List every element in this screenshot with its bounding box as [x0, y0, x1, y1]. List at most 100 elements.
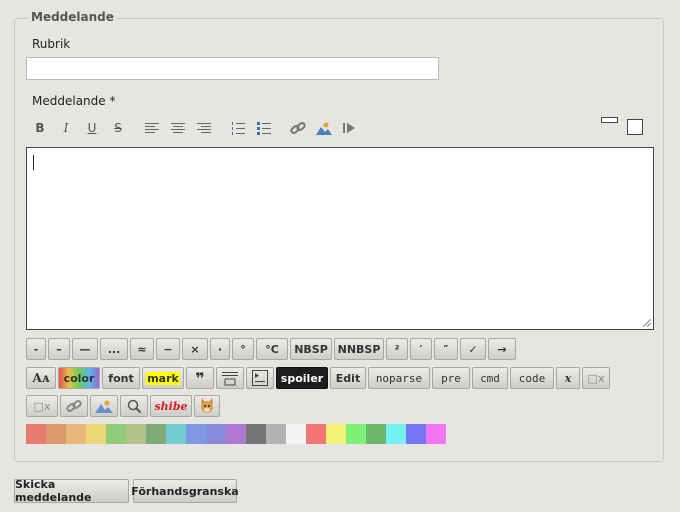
- char-button[interactable]: ·: [210, 338, 230, 360]
- color-swatch[interactable]: [386, 424, 406, 444]
- subject-input[interactable]: [26, 57, 439, 80]
- maximize-icon: [627, 119, 643, 135]
- color-swatch[interactable]: [346, 424, 366, 444]
- code-button[interactable]: code: [510, 367, 554, 389]
- resize-grip-icon[interactable]: [643, 319, 651, 327]
- spoiler-button[interactable]: spoiler: [276, 367, 328, 389]
- math-button[interactable]: x: [556, 367, 580, 389]
- color-swatch[interactable]: [186, 424, 206, 444]
- quote-button[interactable]: ❞: [186, 367, 214, 389]
- char-button[interactable]: NNBSP: [334, 338, 384, 360]
- color-swatch[interactable]: [86, 424, 106, 444]
- media-button[interactable]: [342, 119, 356, 137]
- link-button[interactable]: [290, 119, 306, 137]
- align-center-icon: [171, 123, 185, 133]
- shrink-editor-button[interactable]: [601, 117, 618, 125]
- extra-toolbar-row: □x shibe: [26, 395, 220, 417]
- doge-icon: [201, 398, 213, 413]
- char-button[interactable]: ×: [182, 338, 208, 360]
- char-button[interactable]: ″: [434, 338, 458, 360]
- color-swatch-row: [26, 424, 446, 444]
- superscript-button[interactable]: □x: [26, 395, 58, 417]
- char-button[interactable]: —: [72, 338, 98, 360]
- noparse-button[interactable]: noparse: [368, 367, 430, 389]
- char-button[interactable]: ²: [386, 338, 408, 360]
- image-button[interactable]: [316, 119, 332, 137]
- bold-button[interactable]: B: [33, 119, 47, 137]
- bbcode-toolbar-row: Aᴀ color font mark ❞ spoiler Edit nopars…: [26, 367, 610, 389]
- search-button[interactable]: [120, 395, 148, 417]
- color-swatch[interactable]: [66, 424, 86, 444]
- send-message-button[interactable]: Skicka meddelande: [14, 478, 129, 504]
- edit-button[interactable]: Edit: [330, 367, 366, 389]
- color-swatch[interactable]: [286, 424, 306, 444]
- ordered-list-icon: [232, 122, 245, 135]
- play-icon: [343, 123, 355, 133]
- subject-label: Rubrik: [32, 37, 71, 51]
- char-button[interactable]: ′: [410, 338, 432, 360]
- char-button[interactable]: −: [156, 338, 180, 360]
- color-swatch[interactable]: [106, 424, 126, 444]
- search-icon: [127, 399, 141, 413]
- align-left-button[interactable]: [144, 119, 160, 137]
- mark-button[interactable]: mark: [142, 367, 184, 389]
- char-button[interactable]: ≈: [130, 338, 154, 360]
- align-right-button[interactable]: [196, 119, 212, 137]
- char-button[interactable]: °C: [256, 338, 288, 360]
- color-swatch[interactable]: [266, 424, 286, 444]
- pre-button[interactable]: pre: [432, 367, 470, 389]
- shibe-button[interactable]: shibe: [150, 395, 192, 417]
- details-button[interactable]: [246, 367, 274, 389]
- img-button[interactable]: [90, 395, 118, 417]
- image-icon: [95, 400, 113, 413]
- ordered-list-button[interactable]: [230, 119, 246, 137]
- color-swatch[interactable]: [26, 424, 46, 444]
- color-swatch[interactable]: [206, 424, 226, 444]
- color-swatch[interactable]: [46, 424, 66, 444]
- char-button[interactable]: ...: [100, 338, 128, 360]
- preview-button[interactable]: Förhandsgranska: [131, 479, 239, 503]
- minimize-icon: [601, 117, 618, 123]
- color-button[interactable]: color: [58, 367, 100, 389]
- char-button[interactable]: -: [26, 338, 46, 360]
- color-swatch[interactable]: [126, 424, 146, 444]
- image-icon: [316, 122, 332, 135]
- cmd-button[interactable]: cmd: [472, 367, 508, 389]
- color-swatch[interactable]: [426, 424, 446, 444]
- color-swatch[interactable]: [166, 424, 186, 444]
- doge-button[interactable]: [194, 395, 220, 417]
- char-button[interactable]: °: [232, 338, 254, 360]
- url-button[interactable]: [60, 395, 88, 417]
- special-characters-row: - – —... ≈ − × · ° °C NBSP NNBSP ² ′ ″ ✓ →: [26, 338, 516, 360]
- unordered-list-button[interactable]: [256, 119, 272, 137]
- color-swatch[interactable]: [326, 424, 346, 444]
- color-swatch[interactable]: [406, 424, 426, 444]
- font-button[interactable]: font: [102, 367, 140, 389]
- hr-button[interactable]: [216, 367, 244, 389]
- strikethrough-button[interactable]: S: [111, 119, 125, 137]
- message-label: Meddelande *: [32, 94, 116, 108]
- mark-label: mark: [146, 371, 180, 385]
- font-size-button[interactable]: Aᴀ: [26, 367, 56, 389]
- underline-button[interactable]: U: [85, 119, 99, 137]
- horizontal-rule-icon: [222, 372, 238, 386]
- char-button[interactable]: NBSP: [290, 338, 332, 360]
- align-center-button[interactable]: [170, 119, 186, 137]
- char-button[interactable]: →: [488, 338, 516, 360]
- color-swatch[interactable]: [146, 424, 166, 444]
- align-left-icon: [145, 123, 159, 133]
- color-swatch[interactable]: [226, 424, 246, 444]
- char-button[interactable]: ✓: [460, 338, 486, 360]
- expand-editor-button[interactable]: [627, 119, 644, 136]
- link-icon: [290, 122, 306, 134]
- text-caret: [33, 155, 34, 170]
- subscript-button[interactable]: □x: [582, 367, 610, 389]
- char-button[interactable]: –: [48, 338, 70, 360]
- link-icon: [66, 400, 82, 412]
- color-swatch[interactable]: [366, 424, 386, 444]
- italic-button[interactable]: I: [59, 119, 73, 137]
- color-swatch[interactable]: [246, 424, 266, 444]
- details-icon: [252, 370, 268, 386]
- color-swatch[interactable]: [306, 424, 326, 444]
- message-textarea[interactable]: [26, 147, 654, 330]
